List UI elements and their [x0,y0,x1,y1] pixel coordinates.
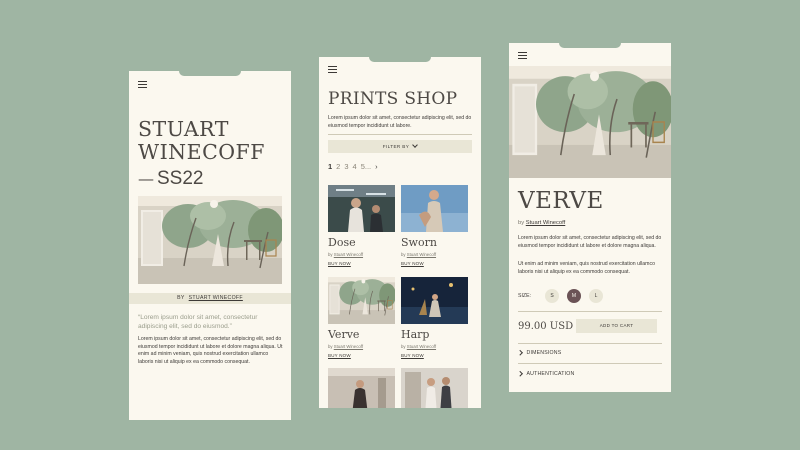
size-option-s[interactable]: S [544,289,559,303]
phone-product-screen: VERVE by Stuart Winecoff Lorem ipsum dol… [509,43,671,392]
product-artist: by Stuart Winecoff [518,220,566,226]
divider [518,363,662,364]
product-title: VERVE [518,188,604,214]
chevron-down-icon [412,141,419,148]
product-thumbnail[interactable] [401,368,468,408]
phone-shop-screen: PRINTS SHOP Lorem ipsum dolor sit amet, … [319,57,481,408]
product-description: Lorem ipsum dolor sit amet, consectetur … [518,235,662,249]
page-4[interactable]: 4 [353,162,357,171]
product-card[interactable] [328,368,395,408]
phone-notch [369,57,431,62]
size-option-m[interactable]: M [566,289,581,303]
divider [518,311,662,312]
page-2[interactable]: 2 [336,162,340,171]
product-card[interactable] [401,368,468,408]
artist-link[interactable]: STUART WINECOFF [189,295,243,301]
product-name: Dose [328,236,356,249]
product-name: Harp [401,328,430,341]
buy-now-link[interactable]: BUY NOW [401,353,468,358]
shop-description: Lorem ipsum dolor sit amet, consectetur … [328,115,472,129]
chevron-right-icon [517,350,523,356]
product-card[interactable]: Verve by Stuart Winecoff BUY NOW [328,277,395,358]
hamburger-icon[interactable] [138,81,147,88]
home-byline: BY STUART WINECOFF [129,293,291,304]
product-name: Verve [328,328,360,341]
buy-now-link[interactable]: BUY NOW [401,261,468,266]
buy-now-link[interactable]: BUY NOW [328,261,395,266]
add-to-cart-button[interactable]: ADD TO CART [576,319,657,333]
home-title: STUART WINECOFF [138,117,266,164]
chevron-right-icon [517,371,523,377]
product-thumbnail[interactable] [401,277,468,324]
product-thumbnail[interactable] [328,185,395,232]
product-thumbnail[interactable] [328,368,395,408]
phone-home-screen: STUART WINECOFF — SS22 BY STUART WINECOFF … [129,71,291,420]
product-artist: by Stuart Winecoff [328,344,364,349]
home-quote: “Lorem ipsum dolor sit amet, consectetur… [138,314,258,330]
filter-by-button[interactable]: FILTER BY [328,140,472,153]
product-hero-image [509,66,671,178]
divider [328,134,472,135]
shop-title: PRINTS SHOP [328,89,458,109]
product-artist: by Stuart Winecoff [401,252,437,257]
page-1[interactable]: 1 [328,162,332,171]
home-hero-image [138,196,282,284]
product-artist: by Stuart Winecoff [328,252,364,257]
home-subtitle: — SS22 [138,168,204,189]
divider [518,343,662,344]
chevron-right-icon[interactable]: › [375,162,378,171]
product-card[interactable]: Dose by Stuart Winecoff BUY NOW [328,185,395,266]
accordion-dimensions[interactable]: DIMENSIONS [517,350,561,356]
artist-link[interactable]: Stuart Winecoff [526,220,566,226]
product-name: Sworn [401,236,437,249]
product-thumbnail[interactable] [401,185,468,232]
product-card[interactable]: Sworn by Stuart Winecoff BUY NOW [401,185,468,266]
product-card[interactable]: Harp by Stuart Winecoff BUY NOW [401,277,468,358]
page-3[interactable]: 3 [344,162,348,171]
accordion-authentication[interactable]: AUTHENTICATION [517,371,574,377]
phone-notch [179,71,241,76]
page-5[interactable]: 5... [361,162,371,171]
product-description-2: Ut enim ad minim veniam, quis nostrud ex… [518,261,655,275]
product-price: 99.00 USD [518,321,574,332]
product-artist: by Stuart Winecoff [401,344,437,349]
hamburger-icon[interactable] [518,52,527,59]
size-option-l[interactable]: L [588,289,603,303]
phone-notch [559,43,621,48]
size-label: SIZE: [518,293,531,299]
buy-now-link[interactable]: BUY NOW [328,353,395,358]
home-body-text: Lorem ipsum dolor sit amet, consectetur … [138,336,283,365]
hamburger-icon[interactable] [328,66,337,73]
product-thumbnail[interactable] [328,277,395,324]
size-selector: SIZE: S M L [518,289,611,303]
pagination: 1 2 3 4 5... › [328,162,378,171]
